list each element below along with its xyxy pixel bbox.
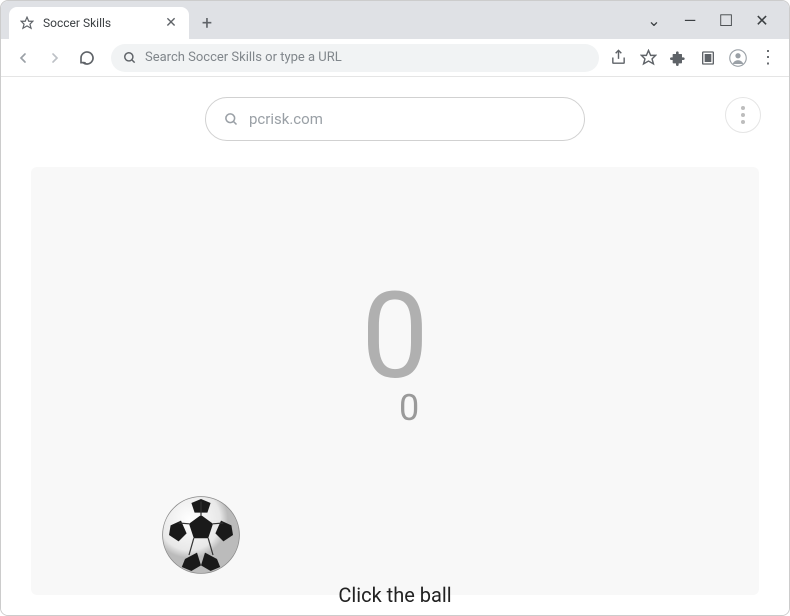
omnibox[interactable]: Search Soccer Skills or type a URL	[111, 44, 599, 72]
soccer-ball[interactable]	[161, 495, 241, 575]
tab-title: Soccer Skills	[43, 16, 155, 30]
browser-window: Soccer Skills ✕ + ⌄ — ☐ ✕ Search Soccer …	[0, 0, 790, 616]
toolbar: Search Soccer Skills or type a URL ⋮	[1, 39, 789, 77]
extensions-icon[interactable]	[669, 49, 687, 67]
window-controls: ⌄ — ☐ ✕	[645, 1, 789, 39]
toolbar-right: ⋮	[609, 49, 781, 67]
profile-icon[interactable]	[729, 49, 747, 67]
forward-button[interactable]	[41, 44, 69, 72]
new-tab-button[interactable]: +	[193, 9, 221, 37]
back-button[interactable]	[9, 44, 37, 72]
tab-favicon-icon	[19, 15, 35, 31]
page-search-input[interactable]: pcrisk.com	[205, 97, 585, 141]
tab-close-icon[interactable]: ✕	[163, 15, 179, 31]
share-icon[interactable]	[609, 49, 627, 67]
score-small: 0	[399, 387, 419, 429]
vertical-dots-icon	[741, 106, 745, 124]
search-placeholder: pcrisk.com	[249, 110, 323, 128]
browser-tab[interactable]: Soccer Skills ✕	[9, 7, 189, 39]
close-window-icon[interactable]: ✕	[753, 11, 771, 29]
instruction-text: Click the ball	[338, 583, 451, 607]
page-menu-button[interactable]	[725, 97, 761, 133]
menu-icon[interactable]: ⋮	[759, 49, 777, 67]
reader-icon[interactable]	[699, 49, 717, 67]
titlebar: Soccer Skills ✕ + ⌄ — ☐ ✕	[1, 1, 789, 39]
minimize-icon[interactable]: —	[681, 11, 699, 29]
page-content: PCrisk.com pcrisk.com 0 0	[1, 77, 789, 615]
search-icon	[224, 112, 239, 127]
chevron-down-icon[interactable]: ⌄	[645, 11, 663, 29]
search-icon	[123, 51, 137, 65]
omnibox-placeholder: Search Soccer Skills or type a URL	[145, 50, 587, 65]
score-big: 0	[361, 277, 428, 397]
star-icon[interactable]	[639, 49, 657, 67]
reload-button[interactable]	[73, 44, 101, 72]
maximize-icon[interactable]: ☐	[717, 11, 735, 29]
